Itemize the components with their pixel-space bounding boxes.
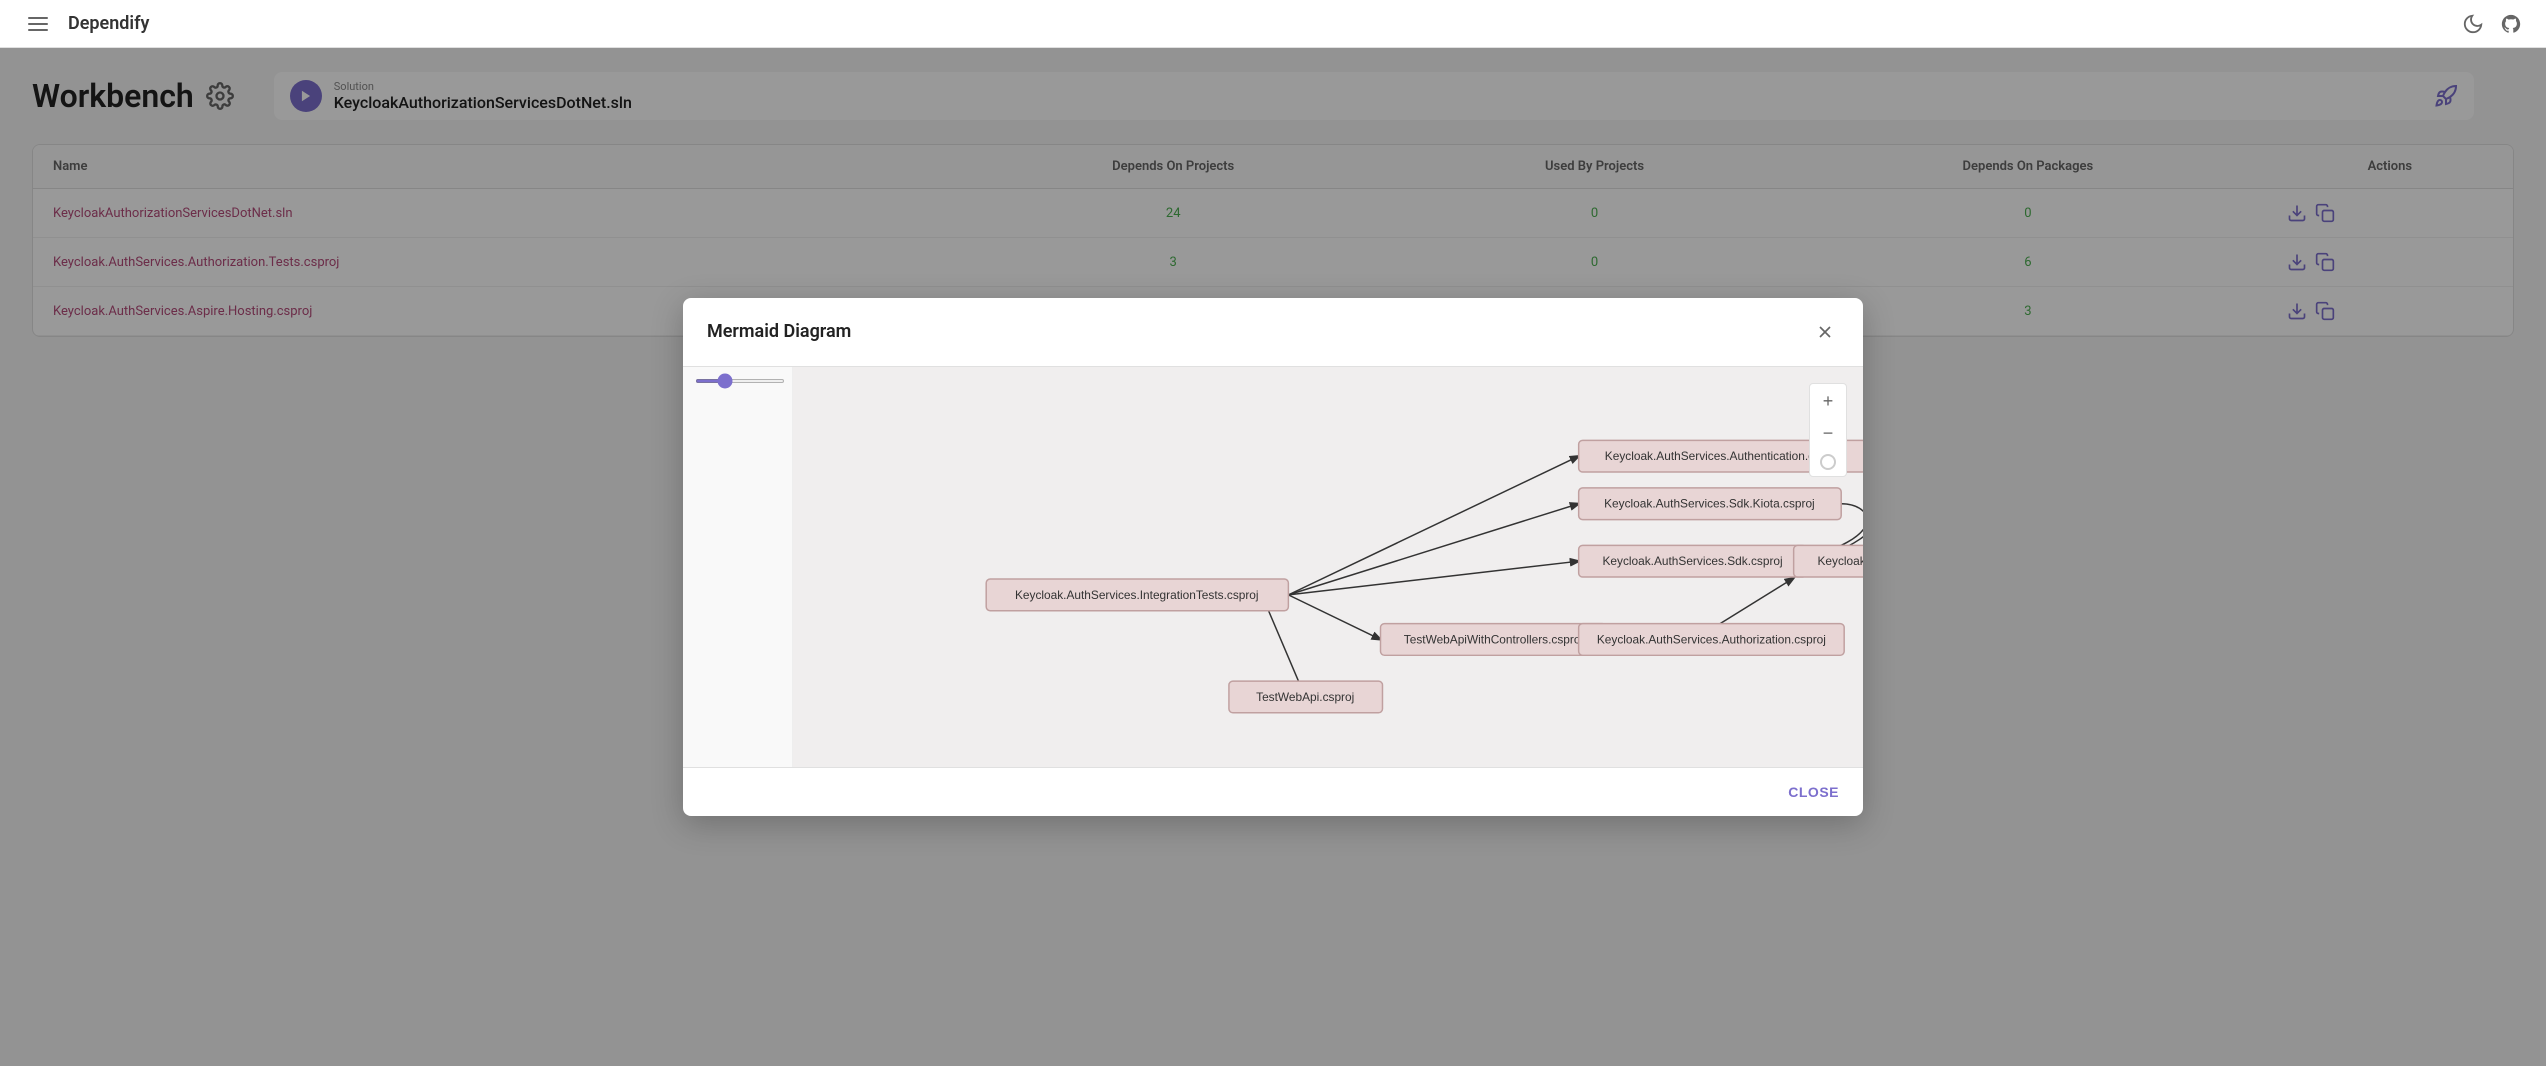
moon-icon[interactable] xyxy=(2462,13,2484,35)
node-testwebapi-label: TestWebApi.csproj xyxy=(1256,690,1354,704)
zoom-out-button[interactable]: − xyxy=(1814,420,1842,448)
node-sdk-label: Keycloak.AuthServices.Sdk.csproj xyxy=(1602,554,1782,568)
main-content: Workbench Solution KeycloakAuthorization… xyxy=(0,48,2546,1066)
node-authorization-label: Keycloak.AuthServices.Authorization.cspr… xyxy=(1597,632,1826,646)
modal-dialog: Mermaid Diagram xyxy=(683,298,1863,816)
modal-header: Mermaid Diagram xyxy=(683,298,1863,367)
modal-overlay: Mermaid Diagram xyxy=(0,48,2546,1066)
navbar-icons xyxy=(2462,13,2522,35)
modal-close-button[interactable] xyxy=(1811,318,1839,346)
navbar-left: Dependify xyxy=(24,13,149,35)
diagram-area: Keycloak.AuthServices.Authentication.csp… xyxy=(793,367,1863,767)
modal-footer: CLOSE xyxy=(683,767,1863,816)
app-brand: Dependify xyxy=(68,13,149,34)
slider-panel xyxy=(683,367,793,767)
zoom-slider[interactable] xyxy=(695,379,785,383)
diagram-svg: Keycloak.AuthServices.Authentication.csp… xyxy=(793,367,1863,767)
node-testwebapi-ctrl-label: TestWebApiWithControllers.csproj xyxy=(1404,632,1583,646)
modal-body: Keycloak.AuthServices.Authentication.csp… xyxy=(683,367,1863,767)
node-common-label: Keycloak.AuthServices.Common.csproj xyxy=(1818,554,1863,568)
close-button[interactable]: CLOSE xyxy=(1788,784,1839,800)
node-auth-label: Keycloak.AuthServices.Authentication.csp… xyxy=(1605,449,1840,463)
node-integration-label: Keycloak.AuthServices.IntegrationTests.c… xyxy=(1015,588,1259,602)
node-sdk-kiota-label: Keycloak.AuthServices.Sdk.Kiota.csproj xyxy=(1604,497,1815,511)
zoom-controls: + − xyxy=(1809,383,1847,477)
navbar: Dependify xyxy=(0,0,2546,48)
zoom-in-button[interactable]: + xyxy=(1814,388,1842,416)
modal-title: Mermaid Diagram xyxy=(707,321,851,342)
zoom-reset-circle[interactable] xyxy=(1820,454,1836,470)
hamburger-menu[interactable] xyxy=(24,13,52,35)
github-icon[interactable] xyxy=(2500,13,2522,35)
